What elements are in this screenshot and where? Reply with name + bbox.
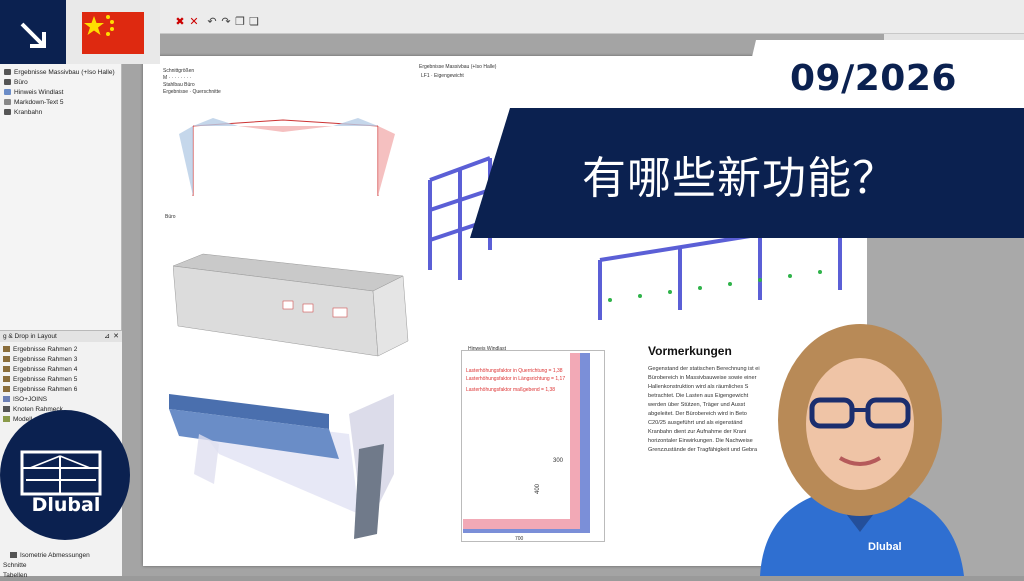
close-icon[interactable]: ✕ (188, 16, 200, 28)
layout-panel-header: g & Drop in Layout ⊿ ✕ (0, 331, 122, 342)
view-icon (3, 376, 10, 382)
layout-item[interactable]: Ergebnisse Rahmen 2 (3, 345, 77, 355)
dlubal-logo (0, 410, 130, 540)
navigator-item-ergebnisse-massivbau[interactable]: Ergebnisse Massivbau (+Iso Halle) (4, 68, 115, 78)
top-toolbar: ✖ ✕ ↶ ↷ ❐ ❏ (160, 0, 1024, 34)
view-icon (10, 552, 17, 558)
office-mesh-model (173, 253, 409, 357)
view-icon (3, 356, 10, 362)
picture-icon (4, 89, 11, 95)
dlubal-corner-logo (0, 0, 66, 64)
view-subtitle: LF1 · Eigengewicht (421, 73, 464, 79)
navigator-item-markdown-text[interactable]: Markdown-Text 5 (4, 98, 64, 108)
wind-factor-line: Lasterhöhungsfaktor in Längsrichtung = 1… (466, 376, 566, 382)
header-line: Schnittgrößen (163, 68, 195, 74)
delete-icon[interactable]: ✖ (174, 16, 186, 28)
wind-factor-line: Lasterhöhungsfaktor maßgebend = 1,38 (466, 387, 556, 393)
flag-stars (84, 15, 114, 36)
camera-icon (4, 109, 11, 115)
app-window: ✖ ✕ ↶ ↷ ❐ ❏ Ergebnisse Massivbau (+Iso H… (0, 0, 1024, 579)
camera-icon (4, 69, 11, 75)
layout-item[interactable]: ISO+JOINS (3, 395, 47, 405)
header-line: Stahlbau Büro (163, 82, 195, 88)
wind-factor-line: Lasterhöhungsfaktor in Querrichtung = 1,… (466, 368, 563, 374)
presenter-photo (760, 324, 964, 576)
shirt-logo: Dlubal (868, 541, 902, 553)
china-flag-icon (82, 12, 144, 54)
navigator-item-hinweis-windlast[interactable]: Hinweis Windlast (4, 88, 64, 98)
pin-icon[interactable]: ⊿ (104, 331, 110, 342)
release-date: 09/2026 (790, 58, 957, 99)
view-icon (3, 386, 10, 392)
undo-icon[interactable]: ↶ (206, 16, 218, 28)
dimension-label: 700 (515, 536, 524, 542)
header-line: Ergebnisse · Querschnitte (163, 89, 221, 95)
navigator-item-buero[interactable]: Büro (4, 78, 28, 88)
language-flag-tile (66, 0, 160, 64)
layout-item[interactable]: Ergebnisse Rahmen 5 (3, 375, 77, 385)
paste-icon[interactable]: ❏ (248, 16, 260, 28)
layout-item[interactable]: Schnitte (3, 561, 27, 571)
header-line: M · · · · · · · · (163, 75, 192, 81)
redo-icon[interactable]: ↷ (220, 16, 232, 28)
layout-item[interactable]: Isometrie Abmessungen (10, 551, 90, 561)
dimension-label: 300 (553, 458, 564, 464)
view-icon (3, 346, 10, 352)
layout-item[interactable]: Tabellen (3, 571, 27, 581)
frame-moment-diagram (179, 118, 395, 196)
camera-icon (4, 79, 11, 85)
layout-item[interactable]: Ergebnisse Rahmen 6 (3, 385, 77, 395)
arrow-down-right-icon (20, 22, 46, 48)
banner-title: 有哪些新功能？ (582, 153, 897, 204)
close-icon[interactable]: ✕ (113, 331, 119, 342)
bridge-icon (20, 450, 102, 496)
navigator-item-kranbahn[interactable]: Kranbahn (4, 108, 42, 118)
crane-girder-model (169, 394, 394, 539)
dlubal-logo-text: Dlubal (31, 494, 101, 516)
view-icon (3, 366, 10, 372)
view-title: Ergebnisse Massivbau (+Iso Halle) (419, 64, 497, 70)
text-icon (4, 99, 11, 105)
layout-item[interactable]: Ergebnisse Rahmen 4 (3, 365, 77, 375)
dimension-label: 400 (535, 483, 542, 495)
copy-icon[interactable]: ❐ (234, 16, 246, 28)
view-icon (3, 396, 10, 402)
buro-label: Büro (165, 214, 176, 220)
layout-item[interactable]: Ergebnisse Rahmen 3 (3, 355, 77, 365)
